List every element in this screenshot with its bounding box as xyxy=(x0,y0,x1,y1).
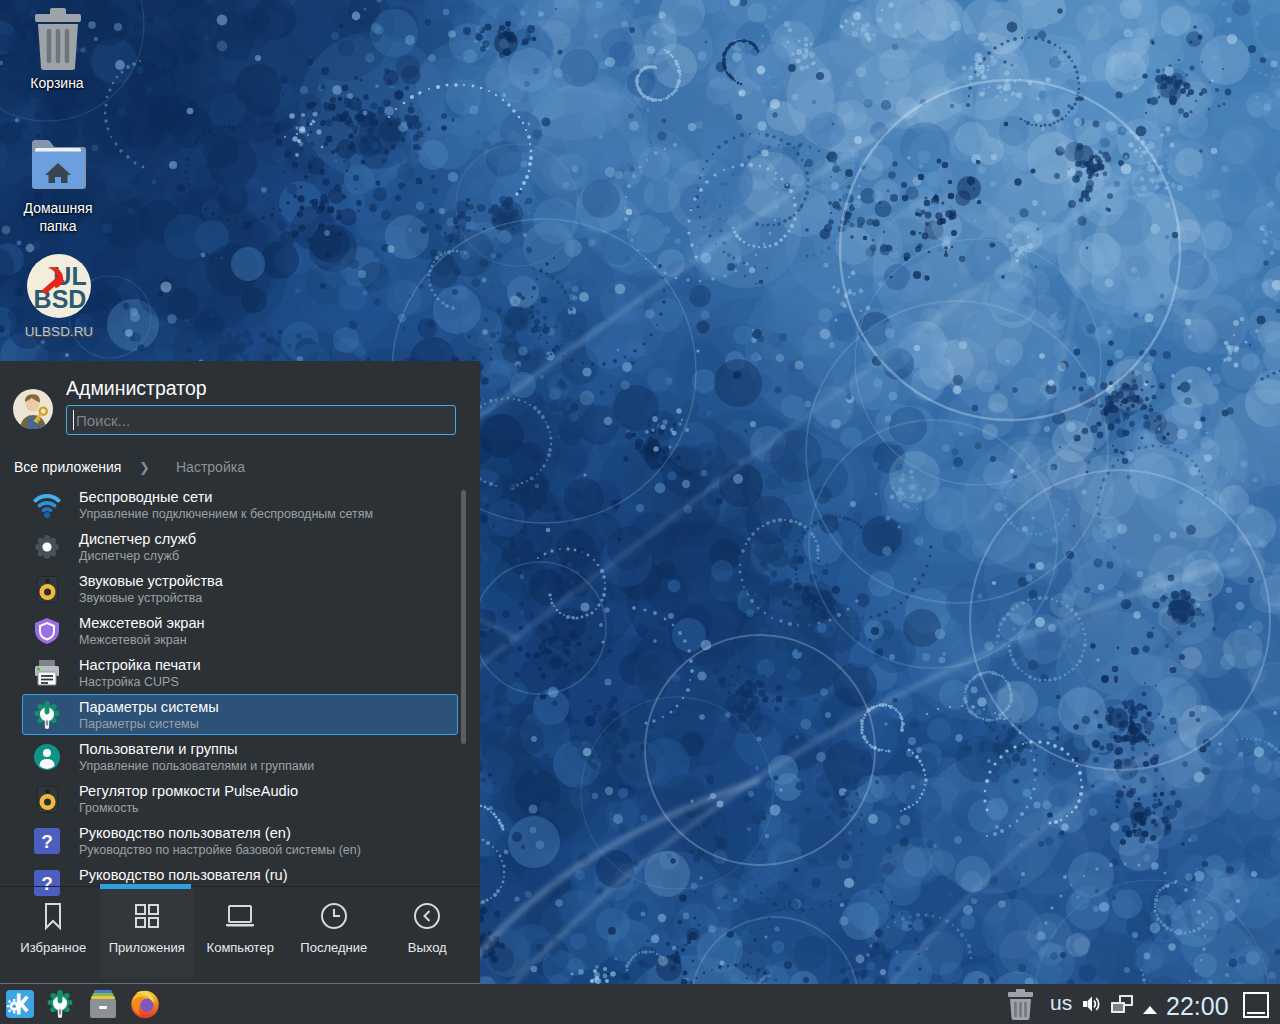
svg-text:?: ? xyxy=(41,831,53,852)
svg-text:BSD: BSD xyxy=(34,285,87,313)
